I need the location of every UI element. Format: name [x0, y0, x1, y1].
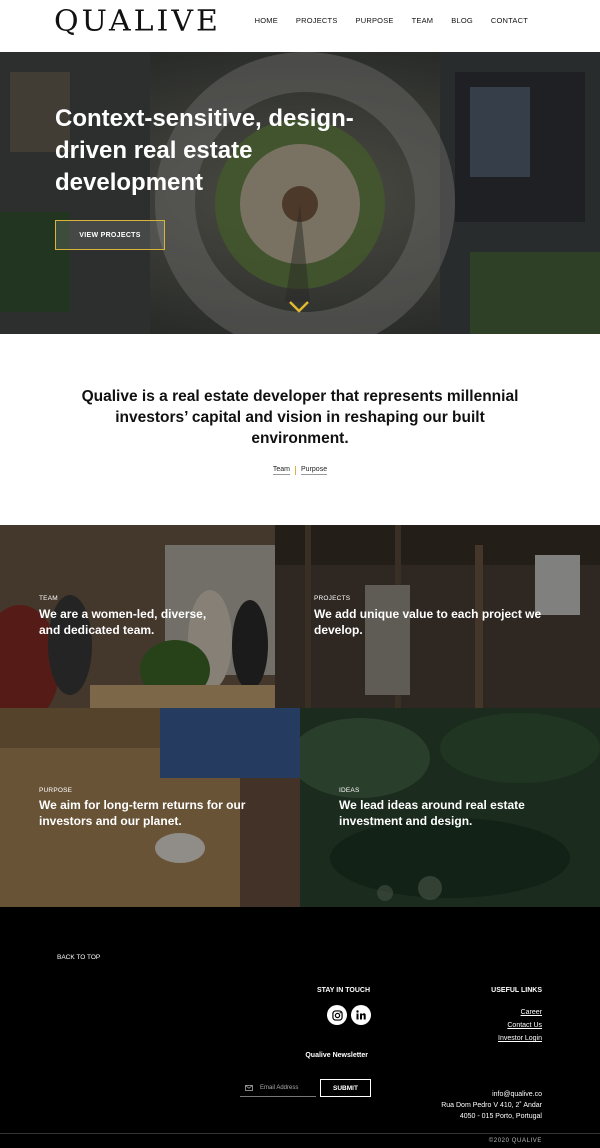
- back-to-top-link[interactable]: BACK TO TOP: [57, 954, 100, 961]
- nav-blog[interactable]: BLOG: [451, 16, 473, 26]
- nav-team[interactable]: TEAM: [412, 16, 434, 26]
- tile-purpose[interactable]: PURPOSE We aim for long-term returns for…: [0, 708, 300, 907]
- tile-kicker: IDEAS: [339, 787, 360, 794]
- intro-statement: Qualive is a real estate developer that …: [81, 388, 519, 447]
- envelope-icon: [245, 1085, 253, 1091]
- useful-links-heading: USEFUL LINKS: [491, 987, 542, 994]
- intro-section: Qualive is a real estate developer that …: [0, 334, 600, 525]
- nav-contact[interactable]: CONTACT: [491, 16, 528, 26]
- contact-email[interactable]: info@qualive.co: [400, 1090, 542, 1100]
- tile-ideas[interactable]: IDEAS We lead ideas around real estate i…: [300, 708, 600, 907]
- investor-login-link[interactable]: Investor Login: [440, 1035, 542, 1042]
- intro-links: Team Purpose: [0, 466, 600, 475]
- instagram-icon[interactable]: [327, 1005, 347, 1025]
- contact-us-link[interactable]: Contact Us: [440, 1022, 542, 1029]
- email-placeholder: Email Address: [260, 1084, 299, 1091]
- address-line-2: 4050 - 015 Porto, Portugal: [459, 1113, 542, 1120]
- tile-headline: We add unique value to each project we d…: [314, 607, 542, 637]
- linkedin-icon[interactable]: [351, 1005, 371, 1025]
- site-logo[interactable]: QUALIVE: [54, 5, 221, 39]
- tile-kicker: TEAM: [39, 595, 58, 602]
- tile-headline: We aim for long-term returns for our inv…: [39, 798, 246, 828]
- tile-kicker: PURPOSE: [39, 787, 73, 794]
- main-nav: HOME PROJECTS PURPOSE TEAM BLOG CONTACT: [255, 16, 528, 26]
- intro-link-purpose[interactable]: Purpose: [301, 466, 328, 475]
- newsletter-label: Qualive Newsletter: [305, 1052, 368, 1059]
- nav-purpose[interactable]: PURPOSE: [356, 16, 394, 26]
- tile-projects[interactable]: PROJECTS We add unique value to each pro…: [275, 525, 600, 708]
- nav-home[interactable]: HOME: [255, 16, 278, 26]
- career-link[interactable]: Career: [440, 1009, 542, 1016]
- view-projects-button[interactable]: VIEW PROJECTS: [55, 220, 165, 250]
- tile-team[interactable]: TEAM We are a women-led, diverse, and de…: [0, 525, 275, 708]
- link-divider: [295, 466, 297, 475]
- nav-projects[interactable]: PROJECTS: [296, 16, 338, 26]
- copyright: ©2020 QUALIVE: [488, 1138, 542, 1144]
- address-line-1: Rua Dom Pedro V 410, 2˚ Andar: [441, 1102, 542, 1109]
- hero-title: Context-sensitive, design-driven real es…: [55, 105, 354, 196]
- tile-kicker: PROJECTS: [314, 595, 351, 602]
- tile-headline: We lead ideas around real estate investm…: [339, 798, 525, 828]
- site-footer: BACK TO TOP STAY IN TOUCH Qualive Newsle…: [0, 907, 600, 1148]
- tile-headline: We are a women-led, diverse, and dedicat…: [39, 607, 207, 637]
- submit-button[interactable]: SUBMIT: [320, 1079, 371, 1097]
- email-field[interactable]: Email Address: [240, 1079, 316, 1097]
- footer-divider: [0, 1133, 600, 1134]
- site-header: QUALIVE HOME PROJECTS PURPOSE TEAM BLOG …: [0, 0, 600, 52]
- hero-section: Context-sensitive, design-driven real es…: [0, 52, 600, 334]
- stay-in-touch-heading: STAY IN TOUCH: [316, 987, 370, 994]
- intro-link-team[interactable]: Team: [272, 466, 291, 475]
- chevron-down-icon[interactable]: [288, 300, 310, 314]
